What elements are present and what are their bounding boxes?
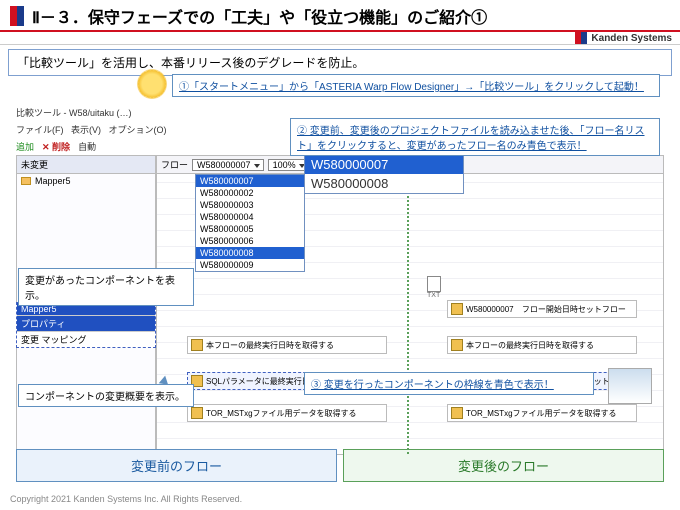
add-button[interactable]: 追加: [16, 140, 34, 153]
delete-button[interactable]: ✕ 削除: [42, 140, 70, 153]
component-box[interactable]: TOR_MSTxgファイル用データを取得する: [187, 404, 387, 422]
mapper-row[interactable]: プロパティ: [17, 315, 155, 331]
file-icon: [427, 276, 441, 292]
lightbulb-icon: [138, 70, 166, 98]
txt-node: TXT: [427, 276, 441, 299]
headline-banner: 「比較ツール」を活用し、本番リリース後のデグレードを防止。: [8, 49, 672, 76]
list-item[interactable]: W580000007: [305, 155, 463, 174]
component-icon: [191, 339, 203, 351]
callout-5: ③ 変更を行ったコンポーネントの枠線を青色で表示！: [304, 372, 594, 395]
dropdown-item[interactable]: W580000002: [196, 187, 304, 199]
slide-title: Ⅱ－３．保守フェーズでの「工夫」や「役立つ機能」のご紹介①: [32, 4, 487, 28]
callout-2: ② 変更前、変更後のプロジェクトファイルを読み込ませた後、「フロー名リスト」をク…: [290, 118, 660, 156]
bottom-labels: 変更前のフロー 変更後のフロー: [16, 449, 664, 482]
slide-title-bar: Ⅱ－３．保守フェーズでの「工夫」や「役立つ機能」のご紹介①: [0, 0, 680, 32]
flow-label: フロー: [161, 158, 188, 171]
folder-icon: [21, 177, 31, 185]
auto-button[interactable]: 自動: [78, 140, 96, 153]
dropdown-item[interactable]: W580000006: [196, 235, 304, 247]
flow-select[interactable]: W580000007: [192, 159, 264, 171]
label-after: 変更後のフロー: [343, 449, 664, 482]
dropdown-item[interactable]: W580000004: [196, 211, 304, 223]
brand-name: Kanden Systems: [591, 33, 672, 44]
copyright: Copyright 2021 Kanden Systems Inc. All R…: [10, 494, 242, 504]
dropdown-item[interactable]: W580000003: [196, 199, 304, 211]
mapper-row[interactable]: 変更 マッピング: [17, 331, 155, 347]
component-box[interactable]: 本フローの最終実行日時を取得する: [187, 336, 387, 354]
zoom-select[interactable]: 100%: [268, 159, 309, 171]
label-before: 変更前のフロー: [16, 449, 337, 482]
brand-flag-icon: [10, 6, 24, 26]
changed-flow-list: W580000007 W580000008: [304, 154, 464, 194]
flow-canvas[interactable]: フロー W580000007 100% W580000007 W58000000…: [156, 155, 664, 455]
component-box[interactable]: 本フローの最終実行日時を取得する: [447, 336, 637, 354]
dropdown-item[interactable]: W580000005: [196, 223, 304, 235]
brand-mark-icon: [575, 32, 587, 44]
component-box[interactable]: W580000007 フロー開始日時セットフロー: [447, 300, 637, 318]
brand-row: Kanden Systems: [0, 32, 680, 45]
callout-4: コンポーネントの変更概要を表示。: [18, 384, 194, 407]
thumbnail-icon: [608, 368, 652, 404]
component-box[interactable]: TOR_MSTxgファイル用データを取得する: [447, 404, 637, 422]
dropdown-item[interactable]: W580000007: [196, 175, 304, 187]
flow-dropdown[interactable]: W580000007 W580000002 W580000003 W580000…: [195, 174, 305, 272]
callout-1: ①「スタートメニュー」から「ASTERIA Warp Flow Designer…: [172, 74, 660, 97]
menu-file[interactable]: ファイル(F): [16, 125, 64, 135]
component-icon: [451, 407, 463, 419]
dropdown-item[interactable]: W580000008: [196, 247, 304, 259]
tree-item-label: Mapper5: [35, 176, 71, 186]
component-icon: [191, 407, 203, 419]
tree-tab[interactable]: 未変更: [17, 156, 155, 174]
component-icon: [451, 339, 463, 351]
dropdown-item[interactable]: W580000009: [196, 259, 304, 271]
menu-option[interactable]: オプション(O): [109, 125, 167, 135]
callout-3: 変更があったコンポーネントを表示。: [18, 268, 194, 306]
component-icon: [451, 303, 463, 315]
before-after-divider: [407, 156, 409, 454]
list-item[interactable]: W580000008: [305, 174, 463, 193]
mapper-panel: Mapper5 プロパティ 変更 マッピング: [16, 302, 156, 348]
menu-view[interactable]: 表示(V): [71, 125, 101, 135]
tree-item[interactable]: Mapper5: [17, 174, 155, 188]
